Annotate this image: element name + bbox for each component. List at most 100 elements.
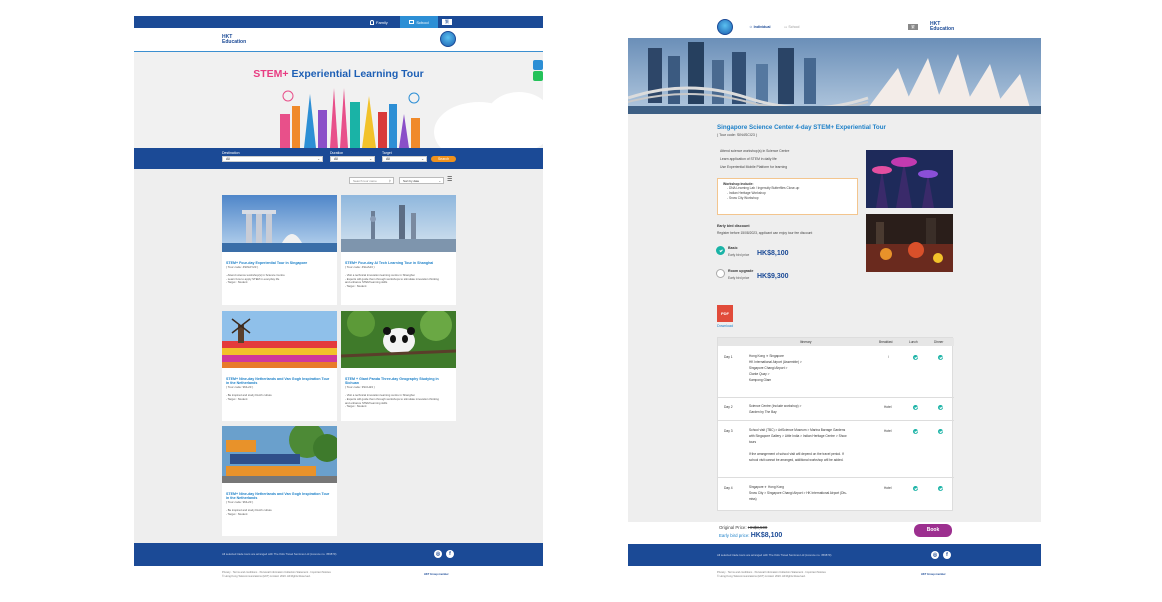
footer-links[interactable]: Privacy · Terms and conditions · Persona…	[717, 571, 826, 574]
chevron-down-icon: ⌄	[421, 157, 424, 161]
duration-select[interactable]: All ⌄	[330, 156, 375, 162]
school-icon	[409, 20, 415, 24]
tab-school[interactable]: School	[400, 16, 438, 28]
lang-toggle[interactable]: 繁	[908, 24, 918, 30]
target-select[interactable]: All ⌄	[382, 156, 427, 162]
download-link[interactable]: Download	[717, 324, 733, 328]
tour-card[interactable]: STEM+ Nine-day Netherlands and Van Gogh …	[222, 311, 337, 421]
site-header: ☺ Individual ▭ School 繁 HKT Education	[628, 16, 1041, 38]
tour-image-panda	[341, 311, 456, 368]
tour-title: Singapore Science Center 4-day STEM+ Exp…	[717, 124, 886, 131]
check-icon	[913, 486, 918, 491]
destination-select[interactable]: All ⌄	[222, 156, 323, 162]
tour-title[interactable]: STEM+ Nine-day Netherlands and Van Gogh …	[222, 373, 337, 385]
day-label: Day 4	[724, 486, 733, 490]
tab-school[interactable]: ▭ School	[784, 25, 799, 29]
highlight-item: Attend science workshop(s) in Science Ce…	[720, 149, 790, 153]
stem-logo-icon[interactable]	[440, 31, 456, 47]
supertree-photo	[866, 150, 953, 208]
column-header: Breakfast	[879, 340, 893, 344]
itinerary-table: Itinerary Breakfast Lunch Dinner Day 1 H…	[717, 337, 954, 511]
early-bird-text: Register before 15/08/2023, applicant ca…	[717, 231, 813, 235]
row-divider	[718, 477, 954, 478]
highlight-item: Use Experiential Mobile Platform for lea…	[720, 165, 788, 169]
tour-detail: Singapore Science Center 4-day STEM+ Exp…	[628, 114, 1041, 522]
lang-toggle[interactable]: 繁	[442, 19, 452, 25]
check-icon	[913, 405, 918, 410]
person-icon	[370, 19, 374, 25]
hkt-logo[interactable]: HKT Education	[930, 22, 954, 32]
book-button[interactable]: Book	[914, 524, 952, 537]
copyright: © Hong Kong Telecommunications (HKT) Lim…	[717, 575, 806, 578]
original-price: Original Price: HK$8,500	[719, 525, 768, 530]
hkt-group-logo[interactable]: HKT Group member	[921, 573, 946, 576]
early-bird-heading: Early bird discount	[717, 224, 750, 228]
destination-label: Destination	[222, 151, 240, 155]
check-icon	[938, 355, 943, 360]
option-upgrade-radio[interactable]	[716, 269, 725, 278]
check-icon	[913, 355, 918, 360]
option-sub: Early bird price	[728, 253, 750, 257]
site-footer: All selected trade tours are arranged wi…	[134, 543, 543, 566]
option-label: Room upgrade	[728, 269, 754, 273]
whatsapp-icon[interactable]	[533, 71, 543, 81]
tour-code: ( Tour code: SIN4SCI23 )	[717, 133, 758, 137]
column-header: Lunch	[909, 340, 918, 344]
hero-title: STEM+ Experiential Learning Tour	[253, 68, 424, 80]
day-itinerary: Singapore ✈ Hong Kong Snow City > Singapo…	[749, 485, 847, 501]
early-bird-price: Early bird price: HK$8,100	[719, 532, 783, 539]
tour-card[interactable]: STEM+ Four-day Experiential Tour in Sing…	[222, 195, 337, 305]
instagram-icon[interactable]: ◎	[931, 551, 939, 559]
instagram-icon[interactable]: ◎	[434, 550, 442, 558]
day-itinerary: School visit (TBC) > ArtScience Museum >…	[749, 428, 847, 462]
search-button[interactable]: Search	[431, 156, 456, 162]
landmarks-illustration	[280, 88, 420, 148]
chat-icon[interactable]	[533, 60, 543, 70]
sort-select[interactable]: Sort by date ⌄	[399, 177, 444, 184]
tour-image-campus	[222, 426, 337, 483]
footer-links[interactable]: Privacy · Terms and conditions · Persona…	[222, 571, 331, 574]
column-header: Itinerary	[800, 340, 812, 344]
day-label: Day 3	[724, 429, 733, 433]
hero-banner: STEM+ Experiential Learning Tour	[134, 52, 543, 148]
breakfast-cell: Hotel	[884, 429, 892, 433]
cloud-shape	[484, 92, 543, 148]
top-bar: Family School 繁	[134, 16, 543, 28]
tab-family[interactable]: Family	[370, 16, 400, 28]
detail-page: ☺ Individual ▭ School 繁 HKT Education Si…	[628, 16, 1041, 566]
hkt-logo[interactable]: HKT Education	[222, 35, 246, 45]
workshop-box: Workshop include: - DNA Learning Lab / I…	[717, 178, 858, 215]
filter-icon[interactable]: ☰	[447, 177, 455, 184]
tour-title[interactable]: STEM + Giant Panda Three-day Geography S…	[341, 373, 456, 385]
option-sub: Early bird price	[728, 276, 750, 280]
check-icon	[938, 405, 943, 410]
facebook-icon[interactable]: f	[943, 551, 951, 559]
option-price: HK$8,100	[757, 250, 789, 257]
check-icon	[938, 486, 943, 491]
search-input[interactable]: Search tour name ⚲	[349, 177, 394, 184]
table-header	[718, 338, 954, 346]
stem-logo-icon[interactable]	[717, 19, 733, 35]
facebook-icon[interactable]: f	[446, 550, 454, 558]
tour-card[interactable]: STEM + Giant Panda Three-day Geography S…	[341, 311, 456, 421]
pdf-icon[interactable]: PDF	[717, 305, 733, 322]
tour-title[interactable]: STEM+ Nine-day Netherlands and Van Gogh …	[222, 488, 337, 500]
day-label: Day 1	[724, 355, 733, 359]
tab-individual[interactable]: ☺ Individual	[749, 25, 770, 29]
tour-card[interactable]: STEM+ Four-day AI Tech Learning Tour in …	[341, 195, 456, 305]
tour-banner	[628, 38, 1041, 114]
target-label: Target	[382, 151, 392, 155]
tour-card[interactable]: STEM+ Nine-day Netherlands and Van Gogh …	[222, 426, 337, 536]
tour-title[interactable]: STEM+ Four-day AI Tech Learning Tour in …	[341, 257, 456, 265]
tour-title[interactable]: STEM+ Four-day Experiential Tour in Sing…	[222, 257, 337, 265]
site-footer: All selected trade tours are arranged wi…	[628, 544, 1041, 566]
tour-image-singapore	[222, 195, 337, 252]
breakfast-cell: Hotel	[884, 405, 892, 409]
option-basic-radio[interactable]	[716, 246, 725, 255]
hkt-group-logo[interactable]: HKT Group member	[424, 573, 449, 576]
chevron-down-icon: ⌄	[317, 157, 320, 161]
day-label: Day 2	[724, 405, 733, 409]
copyright: © Hong Kong Telecommunications (HKT) Lim…	[222, 575, 311, 578]
chevron-down-icon: ⌄	[438, 179, 441, 183]
option-label: Basic	[728, 246, 738, 250]
